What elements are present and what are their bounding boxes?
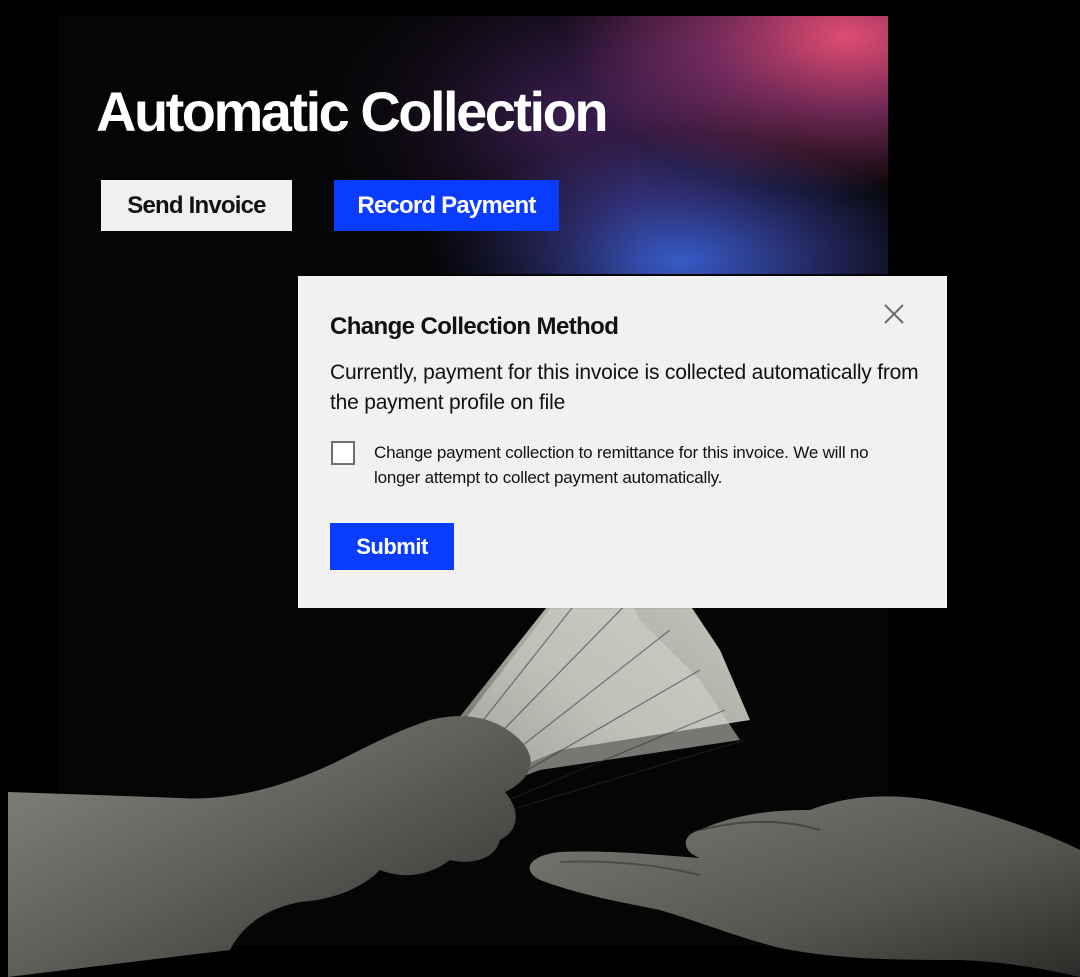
remittance-checkbox-label: Change payment collection to remittance … [374,443,869,487]
giving-hand [8,716,531,977]
remittance-checkbox[interactable] [331,441,355,465]
stage: Automatic Collection Send Invoice Record… [0,0,1080,977]
send-invoice-button[interactable]: Send Invoice [101,180,292,231]
close-icon-glyph [884,304,904,324]
page-title: Automatic Collection [96,80,609,143]
record-payment-button[interactable]: Record Payment [334,180,559,231]
receiving-hand [529,796,1080,977]
change-collection-modal: Change Collection Method Currently, paym… [298,276,947,608]
submit-button[interactable]: Submit [330,523,454,570]
modal-title: Change Collection Method [330,313,619,340]
modal-description: Currently, payment for this invoice is c… [330,361,919,414]
close-icon[interactable] [880,300,908,328]
